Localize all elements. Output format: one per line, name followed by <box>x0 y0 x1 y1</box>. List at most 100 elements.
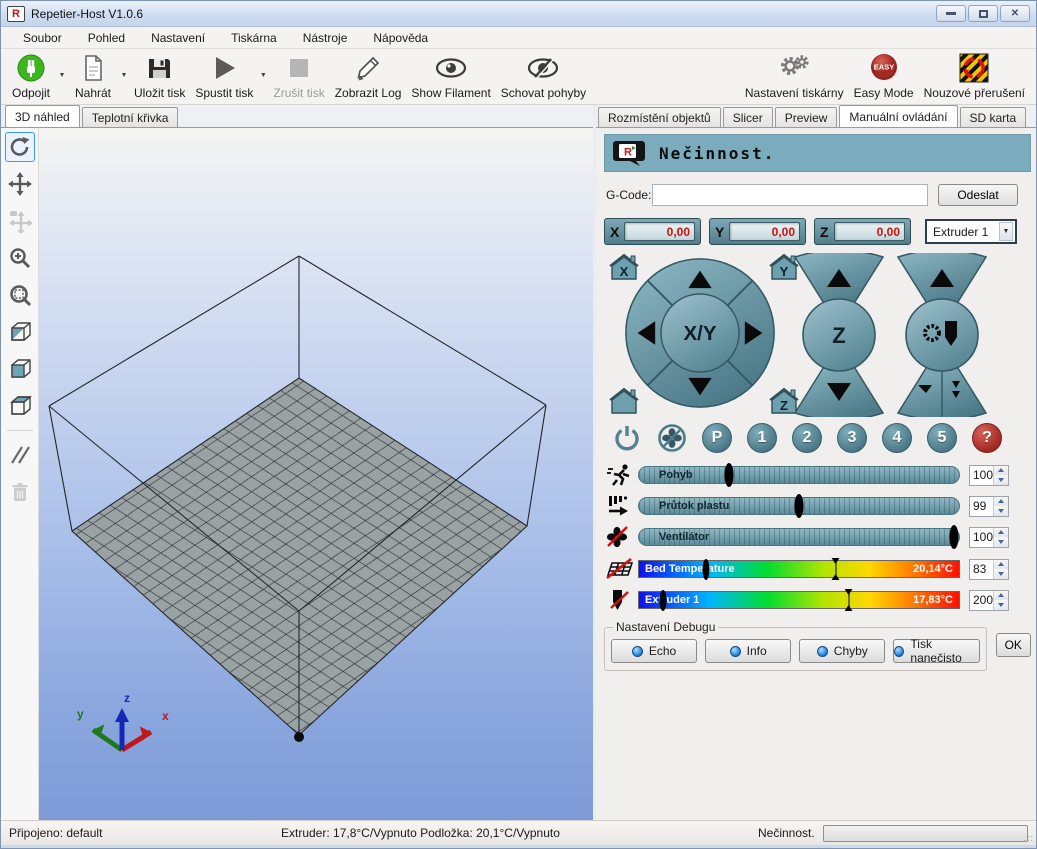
flow-slider[interactable]: Průtok plastu <box>638 497 960 515</box>
save-print-button[interactable]: Uložit tisk <box>129 50 190 101</box>
speed-slider[interactable]: Pohyb <box>638 466 960 484</box>
spin-down-icon[interactable] <box>994 569 1008 579</box>
spin-up-icon[interactable] <box>994 560 1008 570</box>
tab-preview[interactable]: Preview <box>775 107 838 127</box>
flow-slider-thumb[interactable] <box>795 494 804 518</box>
extruder-jog-control[interactable] <box>894 253 990 417</box>
bed-temp-bar[interactable]: Bed Temperature 20,14°C <box>638 560 960 578</box>
dry-run-toggle[interactable]: Tisk nanečisto <box>893 639 979 663</box>
spin-down-icon[interactable] <box>994 600 1008 610</box>
fan-spinner[interactable]: 100 <box>969 527 1009 548</box>
bed-temp-spinner[interactable]: 83 <box>969 559 1009 580</box>
spin-up-icon[interactable] <box>994 497 1008 507</box>
tab-object-placement[interactable]: Rozmístění objektů <box>598 107 721 127</box>
echo-toggle[interactable]: Echo <box>611 639 697 663</box>
iso-view-icon <box>7 319 33 345</box>
menu-soubor[interactable]: Soubor <box>11 29 74 47</box>
rotate-view-button[interactable] <box>5 132 35 162</box>
fan-slider[interactable]: Ventilátor <box>638 528 960 546</box>
menu-tiskarna[interactable]: Tiskárna <box>219 29 289 47</box>
xy-jog-pad[interactable]: X/Y <box>622 255 778 411</box>
resize-grip[interactable]: .:: <box>1023 833 1034 843</box>
zoom-view-button[interactable] <box>5 243 35 273</box>
errors-toggle[interactable]: Chyby <box>799 639 885 663</box>
extruder-temp-spinner[interactable]: 200 <box>969 590 1009 611</box>
spin-up-icon[interactable] <box>994 591 1008 601</box>
start-print-button[interactable]: Spustit tisk <box>190 50 258 101</box>
tab-manual-control[interactable]: Manuální ovládání <box>839 105 957 127</box>
power-button[interactable] <box>612 423 642 453</box>
extruder-temp-target-value: 200 <box>970 591 993 610</box>
start-print-dropdown[interactable]: ▼ <box>258 50 268 101</box>
eye-icon <box>434 53 468 83</box>
speed-spinner[interactable]: 100 <box>969 465 1009 486</box>
menu-nastroje[interactable]: Nástroje <box>291 29 360 47</box>
info-toggle[interactable]: Info <box>705 639 791 663</box>
parallel-projection-button[interactable] <box>5 440 35 470</box>
easy-mode-button[interactable]: EASY Easy Mode <box>849 50 919 101</box>
z-jog-control[interactable]: Z <box>791 253 887 417</box>
load-dropdown[interactable]: ▼ <box>119 50 129 101</box>
fan-slider-thumb[interactable] <box>950 525 959 549</box>
connect-dropdown[interactable]: ▼ <box>57 50 67 101</box>
menu-nastaveni[interactable]: Nastavení <box>139 29 217 47</box>
flow-slider-label: Průtok plastu <box>659 500 729 512</box>
3d-viewport[interactable]: y z x <box>39 128 593 820</box>
spin-down-icon[interactable] <box>994 475 1008 485</box>
help-button[interactable]: ? <box>972 423 1002 453</box>
tab-3d-view[interactable]: 3D náhled <box>5 105 80 127</box>
ok-button[interactable]: OK <box>996 633 1032 657</box>
gcode-input[interactable] <box>652 184 928 206</box>
spin-down-icon[interactable] <box>994 537 1008 547</box>
extruder-temp-target-marker[interactable] <box>842 589 855 611</box>
extruder-temp-bar[interactable]: Extruder 1 17,83°C <box>638 591 960 609</box>
menu-pohled[interactable]: Pohled <box>76 29 137 47</box>
emergency-stop-button[interactable]: Nouzové přerušení <box>919 50 1030 101</box>
park-button[interactable]: P <box>702 423 732 453</box>
send-gcode-button[interactable]: Odeslat <box>938 184 1018 206</box>
load-button[interactable]: Nahrát <box>67 50 119 101</box>
extruder-temp-current-marker <box>660 590 667 611</box>
tab-slicer[interactable]: Slicer <box>723 107 773 127</box>
connection-status: Připojeno: default <box>1 826 281 840</box>
show-filament-button[interactable]: Show Filament <box>406 50 495 101</box>
iso-view-button[interactable] <box>5 317 35 347</box>
close-button[interactable]: ✕ <box>1000 5 1030 22</box>
preset-3-button[interactable]: 3 <box>837 423 867 453</box>
extruder-temp-row: Extruder 1 17,83°C 200 <box>602 590 1031 610</box>
spin-down-icon[interactable] <box>994 506 1008 516</box>
tab-sd-card[interactable]: SD karta <box>960 107 1027 127</box>
preset-5-button[interactable]: 5 <box>927 423 957 453</box>
fan-toggle-button[interactable] <box>657 423 687 453</box>
hide-travel-button[interactable]: Schovat pohyby <box>496 50 591 101</box>
printer-status-banner: R Nečinnost. <box>604 134 1031 172</box>
menu-napoveda[interactable]: Nápověda <box>361 29 440 47</box>
speed-slider-thumb[interactable] <box>724 463 733 487</box>
tab-temperature-curve[interactable]: Teplotní křivka <box>82 107 179 127</box>
extruder-temp-label: Extruder 1 <box>645 594 699 606</box>
show-log-label: Zobrazit Log <box>335 86 402 100</box>
fit-view-button[interactable] <box>5 280 35 310</box>
right-tab-strip: Rozmístění objektů Slicer Preview Manuál… <box>596 105 1036 127</box>
preset-4-button[interactable]: 4 <box>882 423 912 453</box>
front-view-button[interactable] <box>5 354 35 384</box>
save-icon <box>146 53 173 83</box>
minimize-button[interactable] <box>936 5 966 22</box>
flow-spinner[interactable]: 99 <box>969 496 1009 517</box>
preset-2-button[interactable]: 2 <box>792 423 822 453</box>
fan-off-icon <box>657 423 687 453</box>
maximize-button[interactable] <box>968 5 998 22</box>
trash-icon <box>8 480 32 504</box>
spin-up-icon[interactable] <box>994 528 1008 538</box>
spin-up-icon[interactable] <box>994 466 1008 476</box>
preset-1-button[interactable]: 1 <box>747 423 777 453</box>
speed-value: 100 <box>970 466 993 485</box>
x-position-value: 0,00 <box>624 222 695 241</box>
printer-settings-button[interactable]: Nastavení tiskárny <box>740 50 849 101</box>
connect-button[interactable]: Odpojit <box>5 50 57 101</box>
move-view-button[interactable] <box>5 169 35 199</box>
top-view-button[interactable] <box>5 391 35 421</box>
bed-temp-target-marker[interactable] <box>829 558 842 580</box>
extruder-select[interactable]: Extruder 1 ▼ <box>925 219 1017 244</box>
show-log-button[interactable]: Zobrazit Log <box>330 50 407 101</box>
